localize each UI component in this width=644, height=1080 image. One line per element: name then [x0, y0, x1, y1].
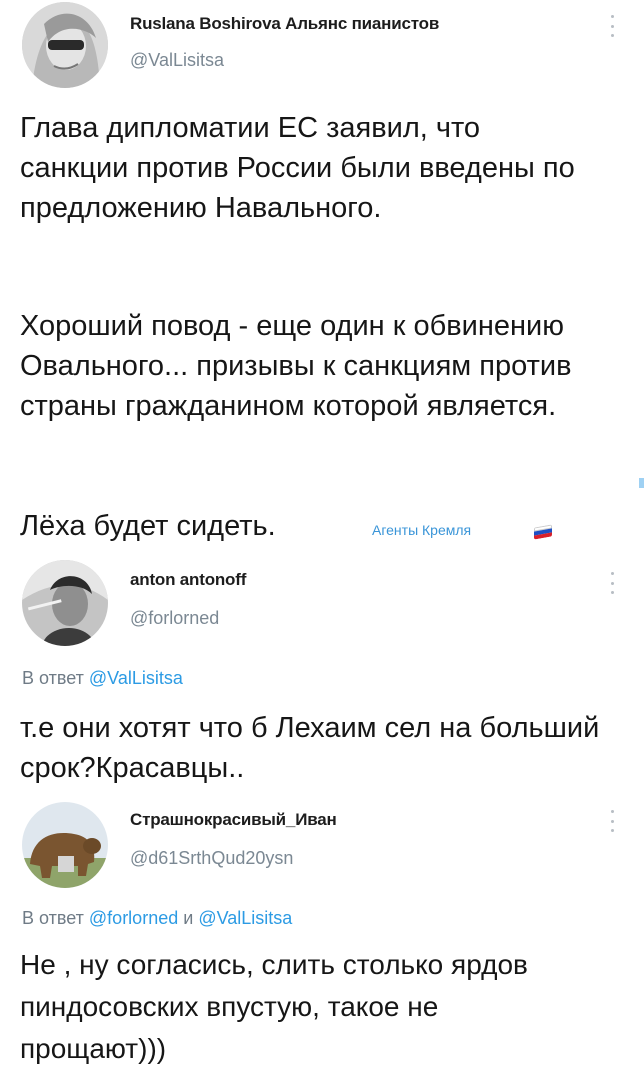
user-handle[interactable]: @forlorned: [130, 608, 219, 629]
more-vertical-icon[interactable]: [610, 810, 614, 832]
more-vertical-icon[interactable]: [610, 15, 614, 37]
display-name[interactable]: anton antonoff: [130, 570, 246, 590]
tweet-text: т.е они хотят что б Лехаим сел на больши…: [20, 712, 600, 784]
avatar[interactable]: [22, 2, 108, 88]
reply-mention-link[interactable]: @ValLisitsa: [89, 668, 183, 688]
scroll-indicator: [639, 478, 644, 488]
reply-mention-link[interactable]: @ValLisitsa: [198, 908, 292, 928]
tweet-text: Не , ну согласись, слить столько ярдов п…: [20, 949, 528, 1064]
tweet-text-1: Глава дипломатии ЕС заявил, что санкции …: [20, 112, 575, 224]
user-handle[interactable]: @d61SrthQud20ysn: [130, 848, 293, 869]
avatar[interactable]: [22, 560, 108, 646]
display-name[interactable]: Ruslana Boshirova Альянс пианистов: [130, 14, 439, 34]
avatar[interactable]: [22, 802, 108, 888]
reply-context: В ответ @forlorned и @ValLisitsa: [22, 908, 292, 929]
more-vertical-icon[interactable]: [610, 572, 614, 594]
reply-prefix: В ответ: [22, 668, 84, 688]
tweet-1: Ruslana Boshirova Альянс пианистов @ValL…: [0, 0, 644, 560]
reply-prefix: В ответ: [22, 908, 84, 928]
russian-flag-icon: [534, 524, 552, 540]
reply-context: В ответ @ValLisitsa: [22, 668, 183, 689]
reply-joiner: и: [183, 908, 194, 928]
tweet-text-3: Лёха будет сидеть.: [20, 510, 276, 542]
display-name[interactable]: Страшнокрасивый_Иван: [130, 810, 337, 830]
group-badge[interactable]: Агенты Кремля: [372, 522, 471, 538]
reply-mention-link[interactable]: @forlorned: [89, 908, 178, 928]
tweet-3: Страшнокрасивый_Иван @d61SrthQud20ysn В …: [0, 798, 644, 1080]
user-handle[interactable]: @ValLisitsa: [130, 50, 224, 71]
tweet-2: anton antonoff @forlorned В ответ @ValLi…: [0, 558, 644, 796]
tweet-text-2: Хороший повод - еще один к обвинению Ова…: [20, 310, 572, 422]
